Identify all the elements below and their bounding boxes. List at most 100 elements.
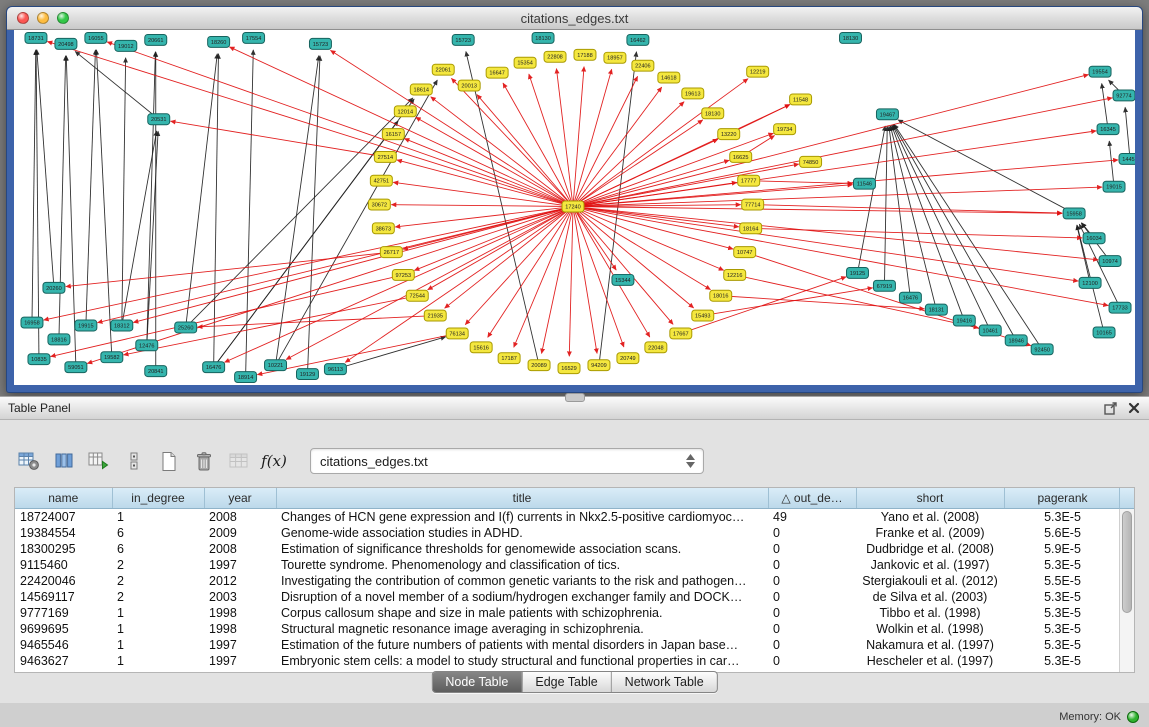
graph-edge[interactable]: [122, 58, 126, 326]
graph-node[interactable]: 76134: [446, 328, 468, 339]
graph-node[interactable]: 15723: [309, 38, 331, 49]
graph-edge[interactable]: [96, 50, 111, 357]
graph-node[interactable]: 20498: [55, 38, 77, 49]
column-header[interactable]: title: [276, 488, 768, 509]
graph-node[interactable]: 92450: [1031, 344, 1053, 355]
minimize-window-button[interactable]: [37, 12, 49, 24]
table-cell[interactable]: 2008: [204, 541, 276, 557]
graph-node[interactable]: 18816: [48, 334, 70, 345]
table-cell[interactable]: 9115460: [15, 557, 112, 573]
new-table-button[interactable]: [156, 449, 182, 473]
table-cell[interactable]: 9699695: [15, 621, 112, 637]
graph-edge[interactable]: [397, 160, 573, 207]
graph-node[interactable]: 21935: [424, 310, 446, 321]
table-cell[interactable]: Jankovic et al. (1997): [856, 557, 1004, 573]
table-cell[interactable]: Disruption of a novel member of a sodium…: [276, 589, 768, 605]
graph-edge[interactable]: [573, 207, 733, 250]
table-cell[interactable]: Corpus callosum shape and size in male p…: [276, 605, 768, 621]
tab-network-table[interactable]: Network Table: [611, 672, 717, 692]
graph-node[interactable]: 19613: [682, 88, 704, 99]
graph-edge[interactable]: [391, 205, 573, 207]
graph-node[interactable]: 20749: [617, 353, 639, 364]
column-header[interactable]: name: [15, 488, 112, 509]
graph-node[interactable]: 18260: [208, 36, 230, 47]
table-cell[interactable]: 5.3E-5: [1004, 605, 1121, 621]
graph-node[interactable]: 15344: [612, 274, 634, 285]
column-header[interactable]: short: [856, 488, 1004, 509]
table-cell[interactable]: 0: [768, 557, 856, 573]
table-cell[interactable]: 5.3E-5: [1004, 653, 1121, 669]
graph-node[interactable]: 18130: [702, 108, 724, 119]
graph-node[interactable]: 17667: [670, 328, 692, 339]
graph-node[interactable]: 20260: [43, 282, 65, 293]
graph-node[interactable]: 10974: [1099, 256, 1121, 267]
table-cell[interactable]: 18724007: [15, 509, 112, 526]
graph-node[interactable]: 15616: [470, 342, 492, 353]
graph-edge[interactable]: [884, 126, 887, 286]
graph-node[interactable]: 20531: [148, 114, 170, 125]
graph-edge[interactable]: [573, 133, 773, 206]
table-cell[interactable]: 0: [768, 589, 856, 605]
table-cell[interactable]: 18300295: [15, 541, 112, 557]
table-cell[interactable]: 0: [768, 621, 856, 637]
graph-node[interactable]: 97253: [392, 269, 414, 280]
graph-node[interactable]: 19582: [101, 352, 123, 363]
table-cell[interactable]: 2012: [204, 573, 276, 589]
graph-node[interactable]: 18957: [604, 52, 626, 63]
graph-edge[interactable]: [599, 52, 637, 365]
graph-node[interactable]: 72544: [406, 290, 428, 301]
table-row[interactable]: 2242004622012Investigating the contribut…: [15, 573, 1121, 589]
graph-node[interactable]: 12476: [136, 340, 158, 351]
network-window-titlebar[interactable]: citations_edges.txt: [7, 7, 1142, 30]
graph-edge[interactable]: [735, 275, 979, 328]
new-column-button[interactable]: [86, 449, 112, 473]
graph-edge[interactable]: [892, 125, 965, 320]
table-row[interactable]: 946362711997Embryonic stem cells: a mode…: [15, 653, 1121, 669]
graph-edge[interactable]: [573, 87, 662, 206]
table-cell[interactable]: 0: [768, 525, 856, 541]
close-panel-icon[interactable]: [1127, 401, 1141, 415]
graph-edge[interactable]: [98, 207, 573, 323]
graph-edge[interactable]: [1125, 107, 1130, 159]
graph-node[interactable]: 19015: [1103, 181, 1125, 192]
graph-edge[interactable]: [573, 207, 1098, 260]
graph-node[interactable]: 25260: [175, 322, 197, 333]
graph-node[interactable]: 16958: [21, 317, 43, 328]
graph-edge[interactable]: [573, 187, 1102, 206]
graph-edge[interactable]: [37, 50, 54, 288]
table-cell[interactable]: 6: [112, 541, 204, 557]
network-canvas[interactable]: 1724022061186141201416157275144275130672…: [14, 30, 1135, 385]
graph-node[interactable]: 17187: [498, 353, 520, 364]
graph-node[interactable]: 67919: [873, 280, 895, 291]
graph-node[interactable]: 10747: [734, 247, 756, 258]
table-cell[interactable]: Stergiakouli et al. (2012): [856, 573, 1004, 589]
table-cell[interactable]: Franke et al. (2009): [856, 525, 1004, 541]
table-row[interactable]: 946554611997Estimation of the future num…: [15, 637, 1121, 653]
graph-node[interactable]: 18914: [235, 372, 257, 383]
table-source-select[interactable]: citations_edges.txt: [310, 448, 704, 474]
graph-node[interactable]: 22808: [544, 51, 566, 62]
table-cell[interactable]: 0: [768, 541, 856, 557]
graph-edge[interactable]: [335, 337, 445, 369]
graph-edge[interactable]: [721, 296, 925, 309]
table-row[interactable]: 911546021997Tourette syndrome. Phenomeno…: [15, 557, 1121, 573]
graph-node[interactable]: 22406: [632, 60, 654, 71]
table-cell[interactable]: Yano et al. (2008): [856, 509, 1004, 526]
table-cell[interactable]: 19384554: [15, 525, 112, 541]
graph-edge[interactable]: [1102, 83, 1108, 129]
graph-edge[interactable]: [122, 131, 157, 326]
table-cell[interactable]: 2009: [204, 525, 276, 541]
graph-node[interactable]: 16529: [558, 363, 580, 374]
table-cell[interactable]: 1: [112, 621, 204, 637]
graph-node[interactable]: 92774: [1113, 90, 1135, 101]
graph-node[interactable]: 16034: [1083, 233, 1105, 244]
zoom-window-button[interactable]: [57, 12, 69, 24]
table-cell[interactable]: 1: [112, 605, 204, 621]
graph-node[interactable]: 20013: [458, 80, 480, 91]
graph-edge[interactable]: [573, 79, 748, 207]
column-header[interactable]: year: [204, 488, 276, 509]
table-cell[interactable]: 9463627: [15, 653, 112, 669]
graph-node[interactable]: 27514: [374, 151, 396, 162]
graph-node[interactable]: 17777: [738, 175, 760, 186]
table-cell[interactable]: 0: [768, 637, 856, 653]
